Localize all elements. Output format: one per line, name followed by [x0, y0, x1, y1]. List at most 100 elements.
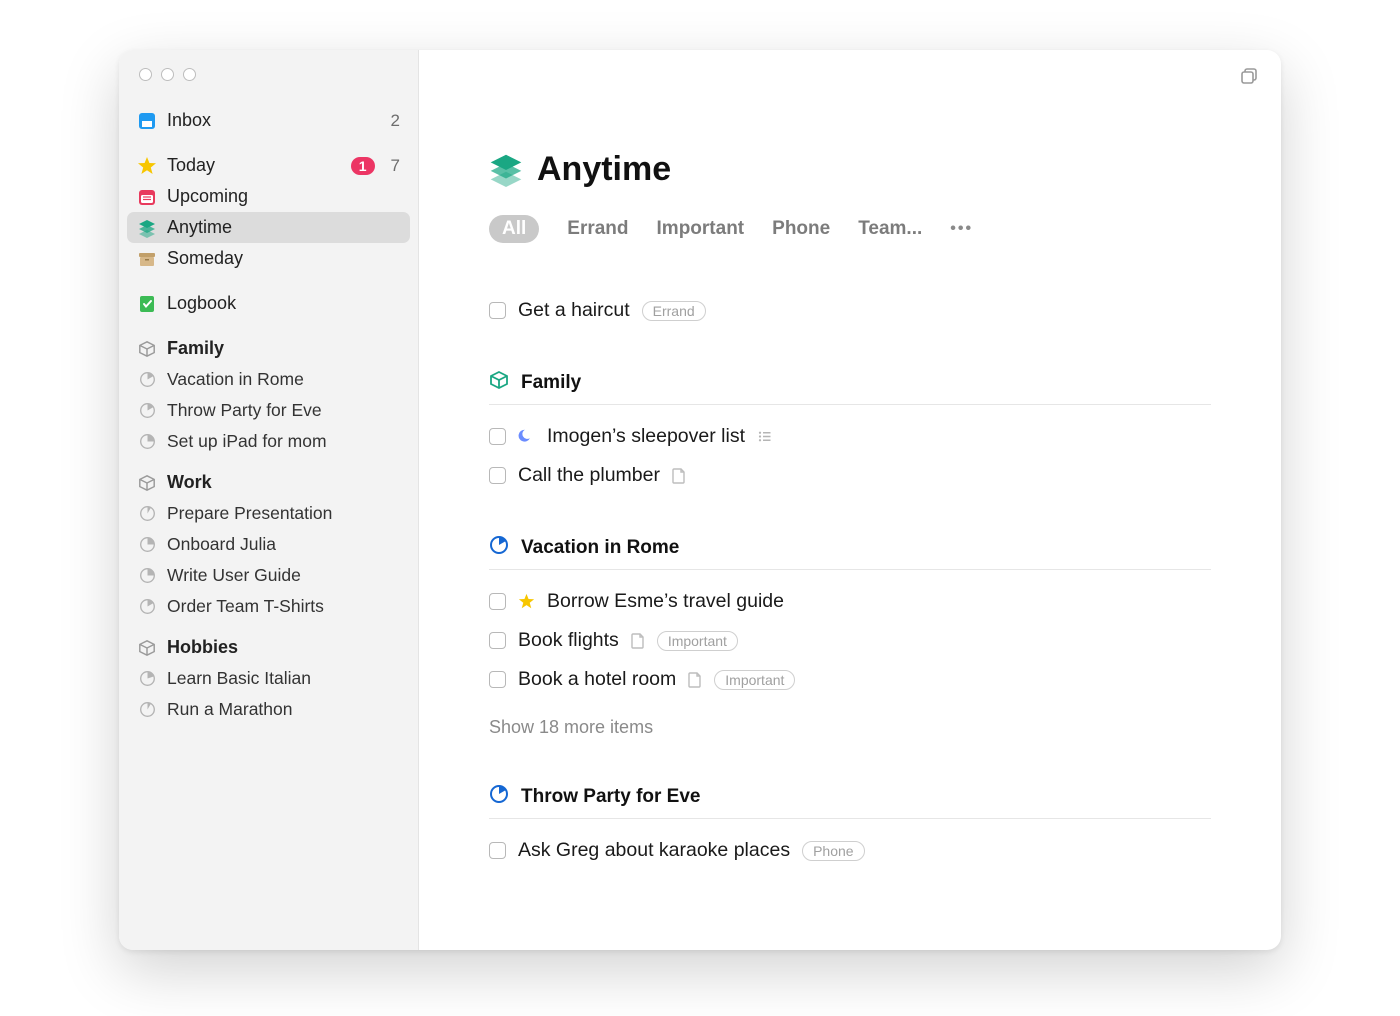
- filter-bar: All Errand Important Phone Team... •••: [489, 215, 1211, 243]
- task-title: Get a haircut: [518, 299, 630, 322]
- sidebar-item-label: Inbox: [167, 110, 381, 131]
- sidebar-project-team-tshirts[interactable]: Order Team T-Shirts: [127, 591, 410, 622]
- task-checkbox[interactable]: [489, 467, 506, 484]
- task-row[interactable]: Ask Greg about karaoke places Phone: [489, 831, 1211, 870]
- stack-icon: [489, 153, 523, 187]
- today-pill: 1: [351, 157, 375, 175]
- task-row[interactable]: Borrow Esme’s travel guide: [489, 582, 1211, 621]
- main-content: Anytime All Errand Important Phone Team.…: [419, 50, 1281, 950]
- window-traffic-lights: [127, 64, 410, 105]
- sidebar-item-inbox[interactable]: Inbox 2: [127, 105, 410, 136]
- task-checkbox[interactable]: [489, 593, 506, 610]
- traffic-minimize[interactable]: [161, 68, 174, 81]
- section-header-family[interactable]: Family: [489, 370, 1211, 405]
- page-title-row: Anytime: [489, 150, 1211, 189]
- page-title: Anytime: [537, 150, 671, 189]
- task-title: Book flights: [518, 629, 619, 652]
- app-window: Inbox 2 Today 1 7 Upcoming Anytime: [119, 50, 1281, 950]
- filter-more-icon[interactable]: •••: [950, 220, 973, 238]
- box-icon: [137, 473, 157, 493]
- traffic-close[interactable]: [139, 68, 152, 81]
- section-title: Family: [521, 372, 581, 394]
- sidebar-item-label: Vacation in Rome: [167, 369, 400, 390]
- show-more-link[interactable]: Show 18 more items: [489, 699, 1211, 744]
- sidebar-area-work[interactable]: Work: [127, 467, 410, 498]
- progress-icon: [137, 597, 157, 617]
- progress-icon: [489, 535, 509, 561]
- sidebar-area-label: Work: [167, 472, 400, 493]
- sidebar-item-label: Anytime: [167, 217, 400, 238]
- sidebar-project-throw-party[interactable]: Throw Party for Eve: [127, 395, 410, 426]
- box-icon: [489, 370, 509, 396]
- sidebar-item-someday[interactable]: Someday: [127, 243, 410, 274]
- task-checkbox[interactable]: [489, 428, 506, 445]
- progress-icon: [137, 669, 157, 689]
- sidebar-area-family[interactable]: Family: [127, 333, 410, 364]
- star-icon: [137, 156, 157, 176]
- sidebar-project-ipad-mom[interactable]: Set up iPad for mom: [127, 426, 410, 457]
- sidebar-item-today[interactable]: Today 1 7: [127, 150, 410, 181]
- task-row[interactable]: Book a hotel room Important: [489, 660, 1211, 699]
- box-icon: [137, 638, 157, 658]
- sidebar-item-upcoming[interactable]: Upcoming: [127, 181, 410, 212]
- filter-phone[interactable]: Phone: [772, 218, 830, 240]
- filter-important[interactable]: Important: [657, 218, 745, 240]
- task-tag[interactable]: Important: [714, 670, 795, 690]
- logbook-icon: [137, 294, 157, 314]
- sidebar-item-label: Throw Party for Eve: [167, 400, 400, 421]
- task-row[interactable]: Call the plumber: [489, 456, 1211, 495]
- sidebar-project-prepare-presentation[interactable]: Prepare Presentation: [127, 498, 410, 529]
- section-title: Throw Party for Eve: [521, 786, 701, 808]
- sidebar-project-learn-italian[interactable]: Learn Basic Italian: [127, 663, 410, 694]
- filter-errand[interactable]: Errand: [567, 218, 628, 240]
- progress-icon: [137, 700, 157, 720]
- sidebar-item-label: Prepare Presentation: [167, 503, 400, 524]
- sidebar-item-label: Write User Guide: [167, 565, 400, 586]
- archive-icon: [137, 249, 157, 269]
- progress-icon: [489, 784, 509, 810]
- sidebar-item-label: Order Team T-Shirts: [167, 596, 400, 617]
- section-title: Vacation in Rome: [521, 537, 679, 559]
- sidebar-item-label: Upcoming: [167, 186, 400, 207]
- sidebar-area-hobbies[interactable]: Hobbies: [127, 632, 410, 663]
- filter-all[interactable]: All: [489, 215, 539, 243]
- progress-icon: [137, 504, 157, 524]
- progress-icon: [137, 370, 157, 390]
- star-icon: [518, 593, 535, 610]
- task-checkbox[interactable]: [489, 632, 506, 649]
- sidebar-count: 2: [391, 111, 400, 131]
- sidebar-item-label: Set up iPad for mom: [167, 431, 400, 452]
- sidebar-project-onboard-julia[interactable]: Onboard Julia: [127, 529, 410, 560]
- section-header-vacation[interactable]: Vacation in Rome: [489, 535, 1211, 570]
- task-checkbox[interactable]: [489, 671, 506, 688]
- task-row[interactable]: Get a haircut Errand: [489, 291, 1211, 330]
- progress-icon: [137, 401, 157, 421]
- sidebar-project-write-user-guide[interactable]: Write User Guide: [127, 560, 410, 591]
- task-tag[interactable]: Phone: [802, 841, 864, 861]
- sidebar-item-label: Onboard Julia: [167, 534, 400, 555]
- filter-team[interactable]: Team...: [858, 218, 922, 240]
- sidebar-item-logbook[interactable]: Logbook: [127, 288, 410, 319]
- task-tag[interactable]: Important: [657, 631, 738, 651]
- new-window-icon[interactable]: [1239, 66, 1259, 91]
- note-icon: [688, 672, 702, 688]
- task-checkbox[interactable]: [489, 302, 506, 319]
- section-header-party[interactable]: Throw Party for Eve: [489, 784, 1211, 819]
- moon-icon: [518, 428, 535, 445]
- task-checkbox[interactable]: [489, 842, 506, 859]
- sidebar-project-vacation-rome[interactable]: Vacation in Rome: [127, 364, 410, 395]
- traffic-zoom[interactable]: [183, 68, 196, 81]
- task-title: Book a hotel room: [518, 668, 676, 691]
- sidebar-item-label: Learn Basic Italian: [167, 668, 400, 689]
- stack-icon: [137, 218, 157, 238]
- sidebar-area-label: Family: [167, 338, 400, 359]
- sidebar-project-run-marathon[interactable]: Run a Marathon: [127, 694, 410, 725]
- sidebar-count: 7: [391, 156, 400, 176]
- task-title: Ask Greg about karaoke places: [518, 839, 790, 862]
- note-icon: [672, 468, 686, 484]
- task-row[interactable]: Imogen’s sleepover list: [489, 417, 1211, 456]
- task-tag[interactable]: Errand: [642, 301, 706, 321]
- task-row[interactable]: Book flights Important: [489, 621, 1211, 660]
- sidebar-item-anytime[interactable]: Anytime: [127, 212, 410, 243]
- progress-icon: [137, 535, 157, 555]
